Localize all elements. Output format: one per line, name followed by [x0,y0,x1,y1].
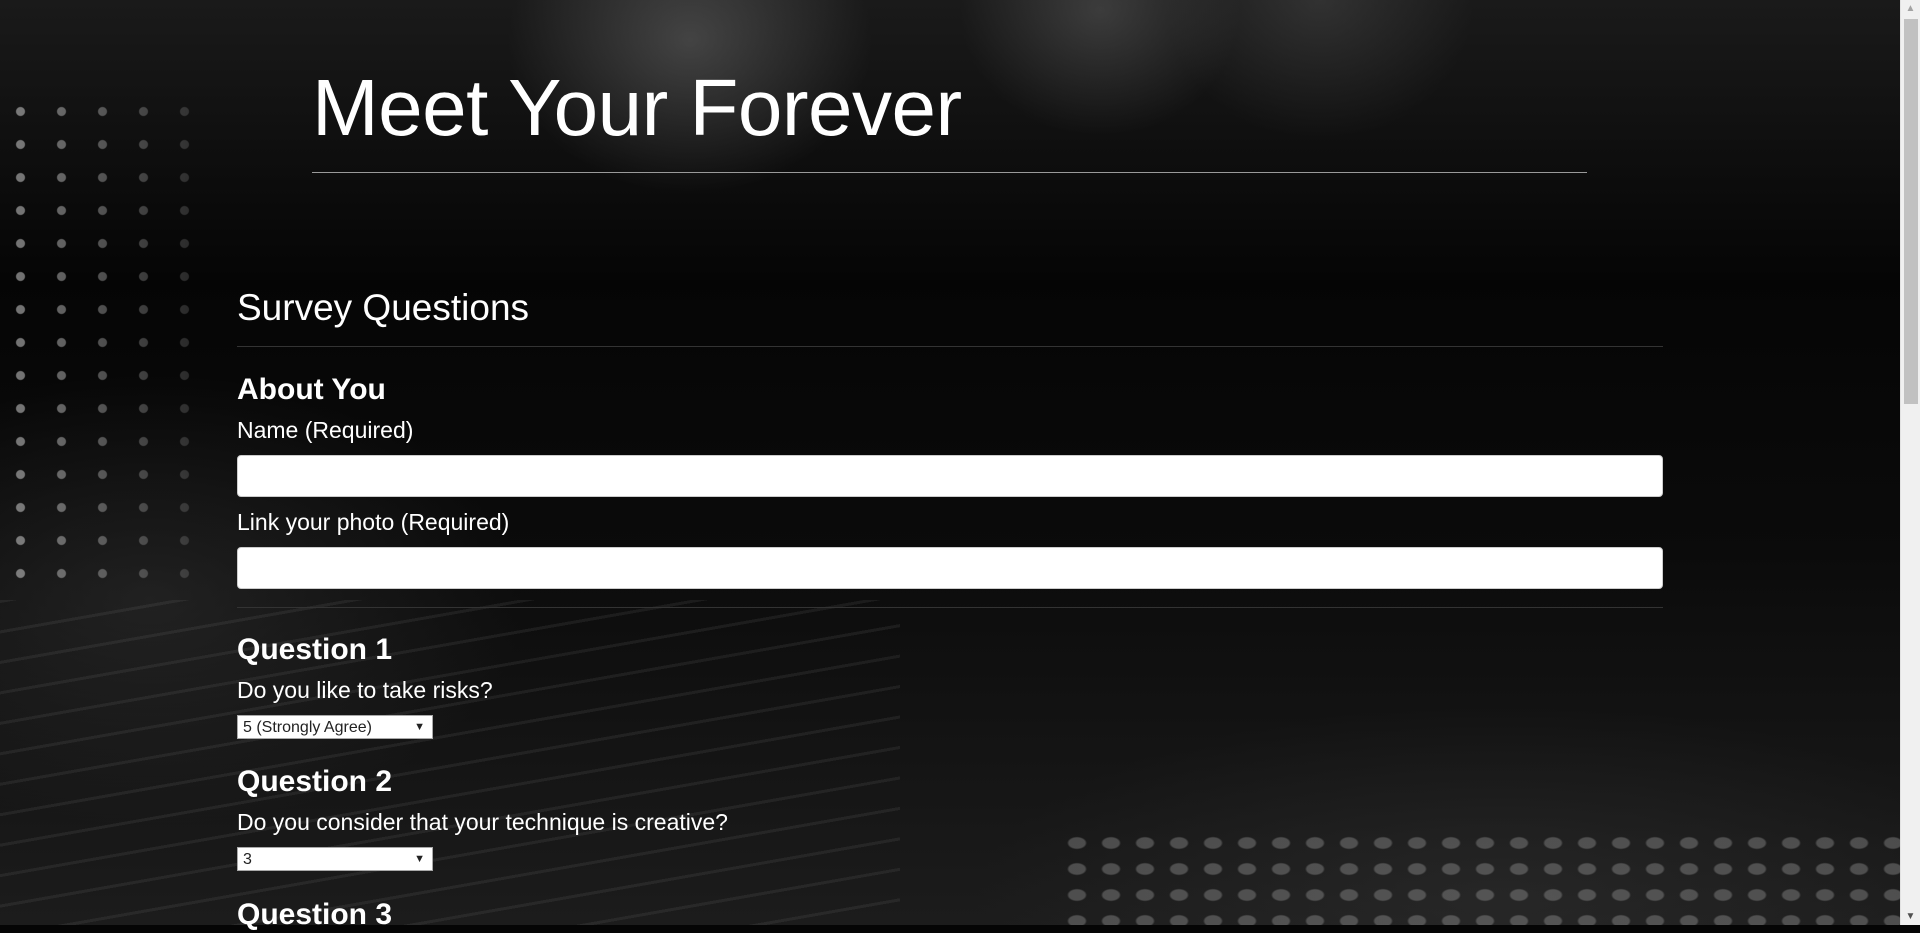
page-title: Meet Your Forever [312,63,962,152]
dropdown-arrow-icon: ▼ [414,853,425,865]
name-label: Name (Required) [237,417,414,443]
about-you-heading: About You [237,373,386,406]
question-2-heading: Question 2 [237,765,393,798]
question-3-heading: Question 3 [237,898,393,931]
page-content: Meet Your Forever Survey Questions About… [0,0,1900,931]
scroll-down-arrow-icon[interactable]: ▼ [1901,908,1920,925]
question-1-selected-value: 5 (Strongly Agree) [243,719,372,736]
survey-divider [237,346,1663,347]
question-1-heading: Question 1 [237,633,393,666]
dropdown-arrow-icon: ▼ [414,721,425,733]
question-2-text: Do you consider that your technique is c… [237,809,728,835]
page-scrollbar[interactable]: ▲ ▼ [1900,0,1920,925]
question-1-text: Do you like to take risks? [237,677,493,703]
question-2-select[interactable]: 3 ▼ [237,847,433,871]
photo-link-label: Link your photo (Required) [237,509,510,535]
survey-title: Survey Questions [237,287,530,328]
about-divider [237,607,1663,608]
scroll-up-arrow-icon[interactable]: ▲ [1901,0,1920,17]
question-1-select[interactable]: 5 (Strongly Agree) ▼ [237,715,433,739]
title-divider [312,172,1587,173]
question-2-selected-value: 3 [243,851,252,868]
scrollbar-thumb[interactable] [1904,19,1918,404]
name-input[interactable] [237,455,1663,497]
photo-link-input[interactable] [237,547,1663,589]
